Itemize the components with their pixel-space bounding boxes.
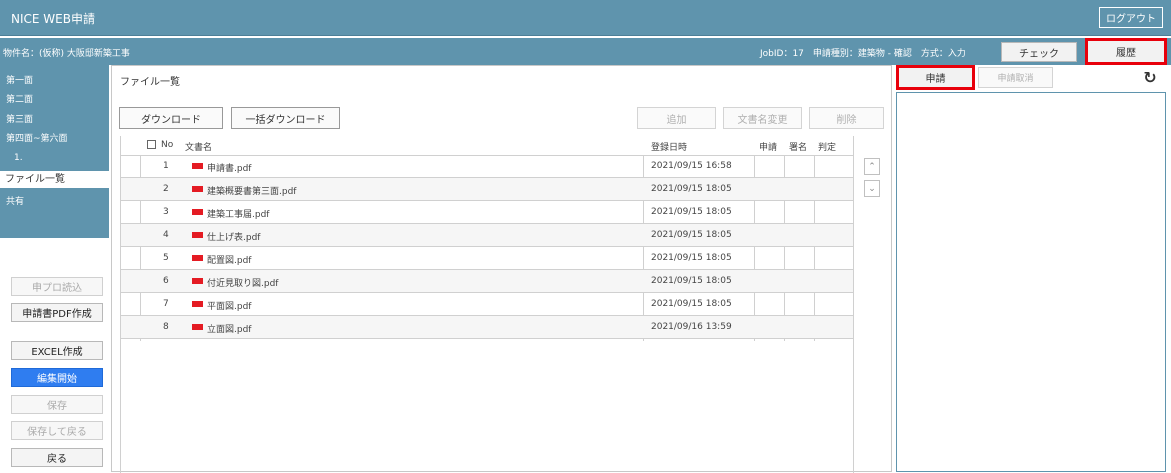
row-no: 1 [163,161,169,171]
create-pdf-button[interactable]: 申請書PDF作成 [11,303,103,322]
row-date: 2021/09/15 18:05 [651,253,732,263]
cancel-application-tab[interactable]: 申請取消 [978,67,1053,88]
column-header-date: 登録日時 [651,143,688,153]
row-date: 2021/09/15 18:05 [651,207,732,217]
table-row[interactable]: 4 仕上げ表.pdf 2021/09/15 18:05 [121,224,853,247]
table-row[interactable]: 3 建築工事届.pdf 2021/09/15 18:05 [121,201,853,224]
pdf-icon [192,232,203,238]
back-button[interactable]: 戻る [11,448,103,467]
row-doc-name: 平面図.pdf [207,302,252,312]
pdf-icon [192,209,203,215]
save-button[interactable]: 保存 [11,395,103,414]
row-no: 6 [163,276,169,286]
job-info: JobID：17 申請種別：建築物 - 確認 方式：入力 [760,49,966,59]
save-and-back-button[interactable]: 保存して戻る [11,421,103,440]
row-doc-name: 付近見取り図.pdf [207,279,279,289]
row-doc-name: 建築概要書第三面.pdf [207,187,297,197]
sidebar-item-sub1[interactable]: 1. [14,153,23,163]
delete-button[interactable]: 削除 [809,107,884,129]
application-content-box [896,92,1166,472]
sidebar-nav: 第一面 第二面 第三面 第四面~第六面 1. ファイル一覧 共有 [0,65,109,238]
sidebar-item-page1[interactable]: 第一面 [6,73,33,86]
row-doc-name: 立面図.pdf [207,325,252,335]
chevron-down-icon: ⌄ [868,183,876,194]
column-header-no: No [161,140,174,150]
move-down-button[interactable]: ⌄ [864,180,880,197]
column-header-apply: 申請 [759,143,778,153]
application-panel: 申請 申請取消 ↻ [895,65,1171,472]
history-button[interactable]: 履歴 [1085,38,1167,65]
column-header-sign: 署名 [789,143,808,153]
sidebar-item-file-list[interactable]: ファイル一覧 [0,171,109,188]
top-bar: NICE WEB申請 ログアウト [0,0,1171,36]
row-no: 3 [163,207,169,217]
app-title: NICE WEB申請 [11,12,95,26]
row-no: 5 [163,253,169,263]
job-name: 物件名：(仮称) 大阪邸新築工事 [3,49,130,59]
pdf-icon [192,278,203,284]
refresh-icon[interactable]: ↻ [1140,67,1160,87]
add-button[interactable]: 追加 [637,107,716,129]
sidebar-item-page2[interactable]: 第二面 [6,92,33,105]
create-excel-button[interactable]: EXCEL作成 [11,341,103,360]
select-all-checkbox[interactable] [147,140,156,149]
table-row[interactable]: 2 建築概要書第三面.pdf 2021/09/15 18:05 [121,178,853,201]
pdf-icon [192,301,203,307]
sidebar: 第一面 第二面 第三面 第四面~第六面 1. ファイル一覧 共有 申プロ読込 申… [0,65,111,472]
table-row[interactable]: 7 平面図.pdf 2021/09/15 18:05 [121,293,853,316]
table-row[interactable]: 1 申請書.pdf 2021/09/15 16:58 [121,155,853,178]
chevron-up-icon: ⌃ [868,161,876,172]
job-info-bar: 物件名：(仮称) 大阪邸新築工事 JobID：17 申請種別：建築物 - 確認 … [0,38,1171,65]
row-no: 8 [163,322,169,332]
row-no: 4 [163,230,169,240]
page-title: ファイル一覧 [120,77,180,88]
logout-button[interactable]: ログアウト [1099,7,1163,28]
sidebar-item-share[interactable]: 共有 [6,194,24,207]
row-doc-name: 仕上げ表.pdf [207,233,261,243]
sidebar-item-page4-6[interactable]: 第四面~第六面 [6,131,68,144]
file-list-panel: ファイル一覧 ダウンロード 一括ダウンロード 追加 文書名変更 削除 No 文書… [111,65,892,473]
file-table: No 文書名 登録日時 申請 署名 判定 1 申請書.pdf 2021/09/1… [120,136,854,473]
column-header-doc-name: 文書名 [185,143,213,153]
row-doc-name: 申請書.pdf [207,164,252,174]
check-button[interactable]: チェック [1001,42,1077,62]
pdf-icon [192,255,203,261]
column-header-judge: 判定 [818,143,837,153]
load-application-button[interactable]: 申プロ読込 [11,277,103,296]
pdf-icon [192,324,203,330]
table-row[interactable]: 6 付近見取り図.pdf 2021/09/15 18:05 [121,270,853,293]
row-date: 2021/09/15 18:05 [651,184,732,194]
row-date: 2021/09/16 13:59 [651,322,732,332]
sidebar-item-page3[interactable]: 第三面 [6,112,33,125]
pdf-icon [192,163,203,169]
row-date: 2021/09/15 18:05 [651,230,732,240]
download-button[interactable]: ダウンロード [119,107,223,129]
row-doc-name: 配置図.pdf [207,256,252,266]
table-row[interactable]: 5 配置図.pdf 2021/09/15 18:05 [121,247,853,270]
rename-button[interactable]: 文書名変更 [723,107,802,129]
row-date: 2021/09/15 18:05 [651,299,732,309]
row-doc-name: 建築工事届.pdf [207,210,270,220]
table-header: No 文書名 登録日時 申請 署名 判定 [121,136,853,156]
pdf-icon [192,186,203,192]
row-no: 7 [163,299,169,309]
move-up-button[interactable]: ⌃ [864,158,880,175]
start-edit-button[interactable]: 編集開始 [11,368,103,387]
row-no: 2 [163,184,169,194]
apply-tab[interactable]: 申請 [896,65,975,90]
table-row[interactable]: 8 立面図.pdf 2021/09/16 13:59 [121,316,853,339]
row-date: 2021/09/15 18:05 [651,276,732,286]
row-date: 2021/09/15 16:58 [651,161,732,171]
bulk-download-button[interactable]: 一括ダウンロード [231,107,340,129]
